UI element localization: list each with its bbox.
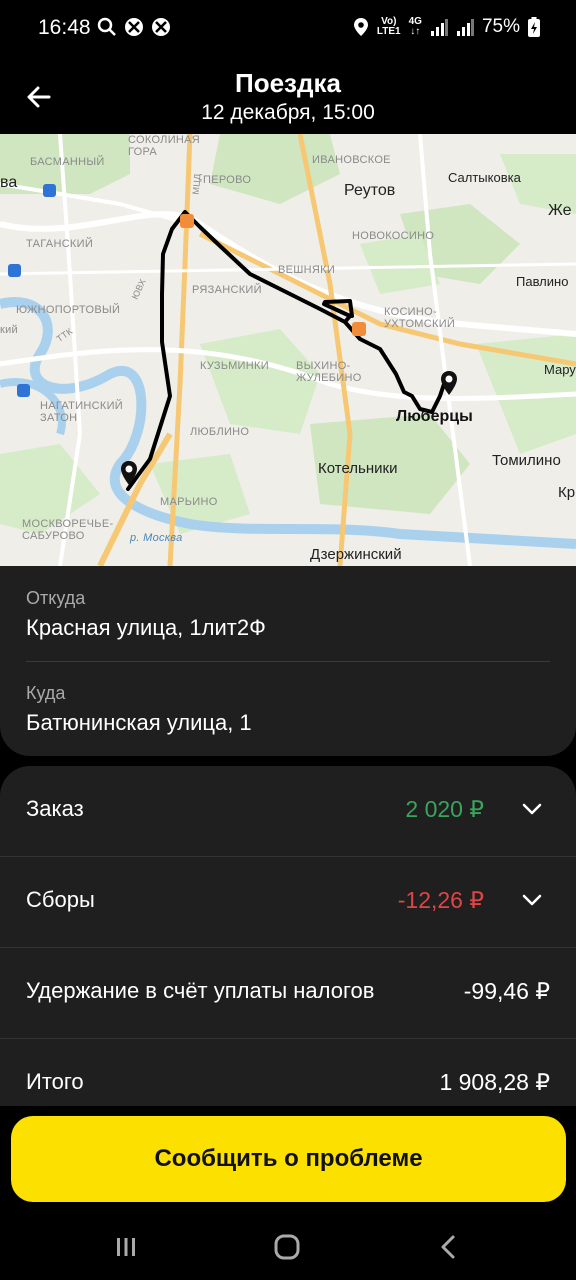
volte-indicator: Vo) LTE1 — [376, 16, 401, 37]
map-label: кий — [0, 324, 19, 336]
status-bar: 16:48 Vo) LTE1 4G ↓↑ 75% — [0, 0, 576, 58]
header: Поездка 12 декабря, 15:00 — [0, 58, 576, 134]
chevron-down-icon[interactable] — [522, 802, 542, 816]
status-right: Vo) LTE1 4G ↓↑ 75% — [353, 16, 540, 38]
map-label: БАСМАННЫЙ — [30, 156, 105, 168]
status-time: 16:48 — [38, 16, 91, 39]
system-nav-bar — [0, 1210, 576, 1280]
fees-row[interactable]: Сборы -12,26 ₽ — [0, 857, 576, 948]
page-title: Поездка — [235, 68, 341, 98]
map-label: ТАГАНСКИЙ — [26, 238, 94, 250]
map-label: ЛЮБЛИНО — [190, 426, 250, 438]
map-label: ЮЖНОПОРТОВЫЙ — [16, 304, 121, 316]
total-value: 1 908,28 ₽ — [439, 1069, 550, 1095]
to-address: Батюнинская улица, 1 — [26, 710, 252, 735]
map-label: ИВАНОВСКОЕ — [312, 154, 391, 166]
map-label: Люберцы — [396, 408, 473, 425]
map-label: МАРЬИНО — [160, 496, 218, 508]
map-label: Кр — [558, 484, 576, 501]
map-label: РЯЗАНСКИЙ — [192, 284, 262, 296]
chevron-down-icon[interactable] — [522, 893, 542, 907]
map-label: ВЕШНЯКИ — [278, 264, 336, 276]
map-label: Котельники — [318, 460, 398, 477]
map-label: р. Москва — [130, 532, 183, 544]
map-label: Томилино — [492, 452, 561, 469]
route-card: Откуда Красная улица, 1лит2Ф Куда Батюни… — [0, 566, 576, 756]
from-address: Красная улица, 1лит2Ф — [26, 615, 266, 640]
order-row[interactable]: Заказ 2 020 ₽ — [0, 766, 576, 857]
route-map[interactable]: СОКОЛИНАЯ ГОРА БАСМАННЫЙ ИВАНОВСКОЕ Салт… — [0, 134, 576, 566]
map-label: НАГАТИНСКИЙ ЗАТОН — [40, 400, 124, 424]
trip-datetime: 12 декабря, 15:00 — [201, 101, 375, 124]
back-nav-icon[interactable] — [434, 1232, 464, 1262]
signal-icon-2 — [456, 19, 474, 36]
notification-app-icon-2 — [152, 18, 170, 36]
status-notification-icons — [96, 16, 172, 38]
signal-icon — [430, 19, 448, 36]
fees-value: -12,26 ₽ — [397, 887, 484, 913]
battery-icon — [528, 17, 540, 37]
fees-label: Сборы — [26, 887, 95, 912]
pin-icon-origin — [121, 461, 137, 485]
tax-label: Удержание в счёт уплаты налогов — [26, 978, 375, 1003]
battery-percent: 75% — [481, 16, 520, 37]
map-label: Дзержинский — [310, 546, 402, 563]
pin-icon-destination — [441, 371, 457, 395]
network-type-indicator: 4G ↓↑ — [408, 16, 422, 37]
location-icon — [353, 18, 368, 36]
map-label: КОСИНО- УХТОМСКИЙ — [384, 306, 456, 330]
search-icon — [97, 17, 116, 36]
from-label: Откуда — [26, 588, 86, 608]
map-label: Реутов — [344, 182, 396, 199]
map-label: Салтыковка — [448, 170, 521, 185]
tax-value: -99,46 ₽ — [463, 978, 550, 1004]
total-row: Итого 1 908,28 ₽ — [0, 1039, 576, 1106]
map-label: СОКОЛИНАЯ ГОРА — [128, 134, 201, 158]
to-label: Куда — [26, 683, 66, 703]
home-icon[interactable] — [272, 1232, 302, 1262]
map-label: МОСКВОРЕЧЬЕ- САБУРОВО — [22, 518, 114, 542]
order-value: 2 020 ₽ — [405, 796, 484, 822]
total-label: Итого — [26, 1069, 84, 1094]
order-label: Заказ — [26, 796, 84, 821]
recent-apps-icon[interactable] — [111, 1232, 141, 1262]
map-label: КУЗЬМИНКИ — [200, 360, 269, 372]
map-graphics — [0, 134, 576, 566]
map-label: Павлино — [516, 274, 569, 289]
map-label: ВЫХИНО- ЖУЛЕБИНО — [296, 360, 362, 384]
map-label: ПЕРОВО — [203, 174, 252, 186]
finance-card: Заказ 2 020 ₽ Сборы -12,26 ₽ Удержание в… — [0, 766, 576, 1106]
tax-row: Удержание в счёт уплаты налогов -99,46 ₽ — [0, 948, 576, 1039]
notification-app-icon — [125, 18, 143, 36]
report-problem-button[interactable]: Сообщить о проблеме — [11, 1116, 566, 1202]
map-label: ва — [0, 174, 18, 191]
map-label: Же — [548, 202, 572, 219]
map-label: Мару — [544, 362, 576, 377]
divider — [26, 661, 550, 662]
map-label: НОВОКОСИНО — [352, 230, 435, 242]
map-label: МЦД — [190, 173, 203, 195]
